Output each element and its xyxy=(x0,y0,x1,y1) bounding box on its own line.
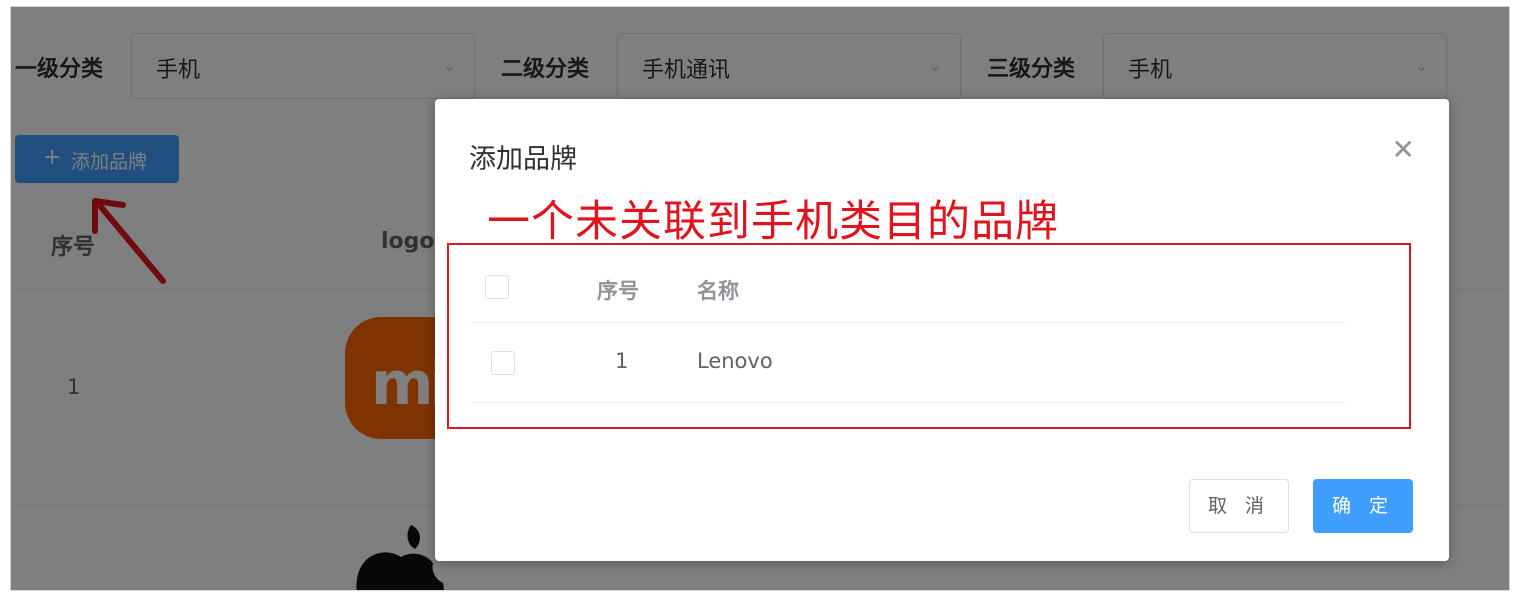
confirm-button[interactable]: 确 定 xyxy=(1313,479,1413,533)
table-row[interactable]: 1 Lenovo xyxy=(471,323,1345,403)
brand-table-header: 序号 名称 xyxy=(471,251,1345,323)
row-checkbox[interactable] xyxy=(491,351,515,375)
select-all-checkbox[interactable] xyxy=(485,275,509,299)
annotation-text: 一个未关联到手机类目的品牌 xyxy=(487,197,1059,247)
close-icon[interactable]: ✕ xyxy=(1392,133,1415,166)
row-index: 1 xyxy=(615,349,629,373)
column-header-index: 序号 xyxy=(597,279,639,303)
cancel-button[interactable]: 取 消 xyxy=(1189,479,1289,533)
dialog-title: 添加品牌 xyxy=(469,144,577,175)
add-brand-dialog: 添加品牌 ✕ 一个未关联到手机类目的品牌 序号 名称 1 Lenovo 取 消 … xyxy=(435,99,1449,561)
row-name: Lenovo xyxy=(697,349,773,373)
app-frame: 一级分类 手机 ⌄ 二级分类 手机通讯 ⌄ 三级分类 手机 ⌄ + 添加品牌 序… xyxy=(10,6,1510,591)
column-header-name: 名称 xyxy=(697,279,739,303)
